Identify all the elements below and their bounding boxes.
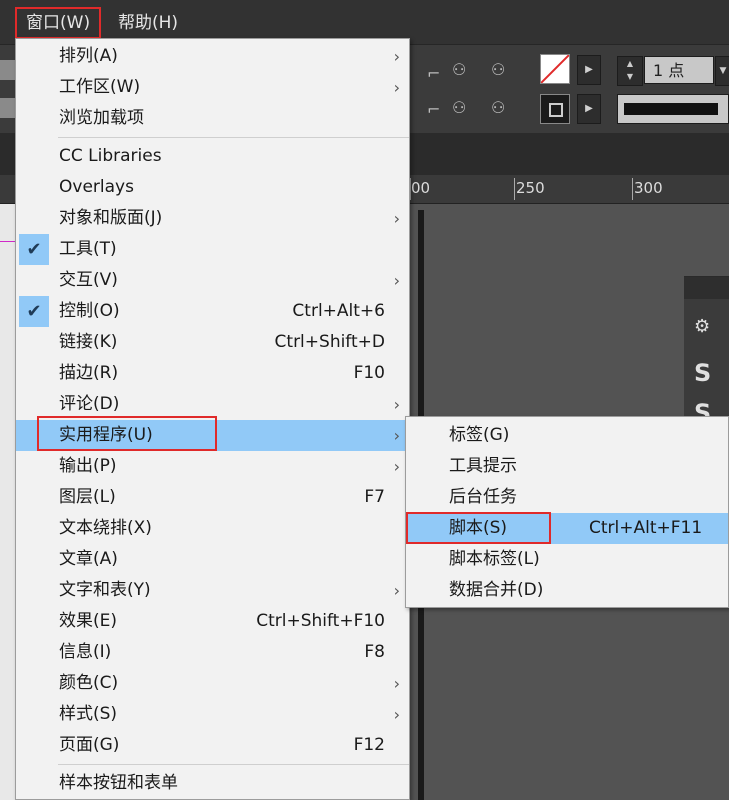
menu-item-arrange[interactable]: 排列(A) ›	[16, 41, 409, 72]
chevron-right-icon: ›	[393, 426, 400, 445]
ruler-tick-label: 00	[411, 179, 431, 197]
menu-item-interactive[interactable]: 交互(V) ›	[16, 265, 409, 296]
callout-highlight-scripts	[406, 512, 551, 544]
align-bottom-icon[interactable]: ⚇	[452, 98, 466, 117]
corner-mark-icon: ⌐	[427, 100, 441, 119]
submenu-item-background-tasks[interactable]: 后台任务	[406, 482, 728, 513]
menu-item-object-layout[interactable]: 对象和版面(J) ›	[16, 203, 409, 234]
chevron-right-icon: ›	[393, 47, 400, 66]
submenu-item-tool-hints[interactable]: 工具提示	[406, 451, 728, 482]
distribute-horizontal-icon[interactable]: ⚇	[491, 60, 505, 79]
checkmark-icon: ✔	[19, 296, 49, 327]
submenu-item-data-merge[interactable]: 数据合并(D)	[406, 575, 728, 606]
menu-item-browse-addons[interactable]: 浏览加载项	[16, 103, 409, 134]
menu-item-pages[interactable]: 页面(G) F12	[16, 730, 409, 761]
corner-mark-icon: ⌐	[427, 64, 441, 83]
callout-highlight-utilities	[37, 416, 217, 451]
distribute-vertical-icon[interactable]: ⚇	[452, 60, 466, 79]
menu-item-tools[interactable]: ✔ 工具(T)	[16, 234, 409, 265]
control-field-stub[interactable]	[0, 98, 15, 118]
menu-item-control[interactable]: ✔ 控制(O) Ctrl+Alt+6	[16, 296, 409, 327]
chevron-right-icon: ›	[393, 581, 400, 600]
data-merge-icon[interactable]: ⚙	[694, 313, 724, 341]
menu-item-text-wrap[interactable]: 文本绕排(X)	[16, 513, 409, 544]
align-right-icon[interactable]: ⚇	[491, 98, 505, 117]
collapsed-panel-dock: ⚙ S S	[684, 276, 729, 437]
chevron-right-icon: ›	[393, 78, 400, 97]
ruler-tick-label: 300	[634, 179, 663, 197]
menu-item-overlays[interactable]: Overlays	[16, 172, 409, 203]
scripts-icon[interactable]: S	[694, 359, 724, 387]
panel-header[interactable]	[684, 277, 729, 299]
checkmark-icon: ✔	[19, 234, 49, 265]
stroke-weight-field[interactable]: 1 点	[644, 56, 714, 84]
ruler-tick-label: 250	[516, 179, 545, 197]
chevron-right-icon: ›	[393, 271, 400, 290]
menu-separator	[58, 137, 409, 138]
ruler-tick	[632, 178, 633, 200]
menu-item-color[interactable]: 颜色(C) ›	[16, 668, 409, 699]
chevron-right-icon: ›	[393, 674, 400, 693]
submenu-item-script-label[interactable]: 脚本标签(L)	[406, 544, 728, 575]
menu-item-output[interactable]: 输出(P) ›	[16, 451, 409, 482]
menu-window[interactable]: 窗口(W)	[14, 7, 102, 39]
menu-item-layers[interactable]: 图层(L) F7	[16, 482, 409, 513]
menu-item-cc-libraries[interactable]: CC Libraries	[16, 141, 409, 172]
fill-swatch[interactable]	[540, 94, 570, 124]
stroke-type-selector[interactable]	[617, 94, 729, 124]
menu-help[interactable]: 帮助(H)	[109, 9, 187, 37]
menu-item-info[interactable]: 信息(I) F8	[16, 637, 409, 668]
stroke-weight-stepper[interactable]: ▲ ▼	[617, 56, 643, 86]
menu-item-type-tables[interactable]: 文字和表(Y) ›	[16, 575, 409, 606]
stroke-weight-dropdown[interactable]: ▼	[715, 56, 729, 86]
menu-item-workspace[interactable]: 工作区(W) ›	[16, 72, 409, 103]
control-field-stub[interactable]	[0, 60, 15, 80]
ruler-tick	[514, 178, 515, 200]
menu-item-sample-buttons-forms[interactable]: 样本按钮和表单	[16, 768, 409, 799]
menu-item-styles[interactable]: 样式(S) ›	[16, 699, 409, 730]
fill-swatch-dropdown[interactable]: ▶	[577, 94, 601, 124]
menu-item-stroke[interactable]: 描边(R) F10	[16, 358, 409, 389]
menu-separator	[58, 764, 409, 765]
submenu-item-tags[interactable]: 标签(G)	[406, 420, 728, 451]
chevron-right-icon: ›	[393, 457, 400, 476]
chevron-right-icon: ›	[393, 705, 400, 724]
stroke-swatch-dropdown[interactable]: ▶	[577, 55, 601, 85]
chevron-right-icon: ›	[393, 395, 400, 414]
document-page[interactable]	[0, 204, 15, 800]
chevron-right-icon: ›	[393, 209, 400, 228]
guide-line	[0, 241, 15, 242]
menu-item-articles[interactable]: 文章(A)	[16, 544, 409, 575]
menu-item-links[interactable]: 链接(K) Ctrl+Shift+D	[16, 327, 409, 358]
stroke-none-swatch[interactable]	[540, 54, 570, 84]
menu-item-effects[interactable]: 效果(E) Ctrl+Shift+F10	[16, 606, 409, 637]
